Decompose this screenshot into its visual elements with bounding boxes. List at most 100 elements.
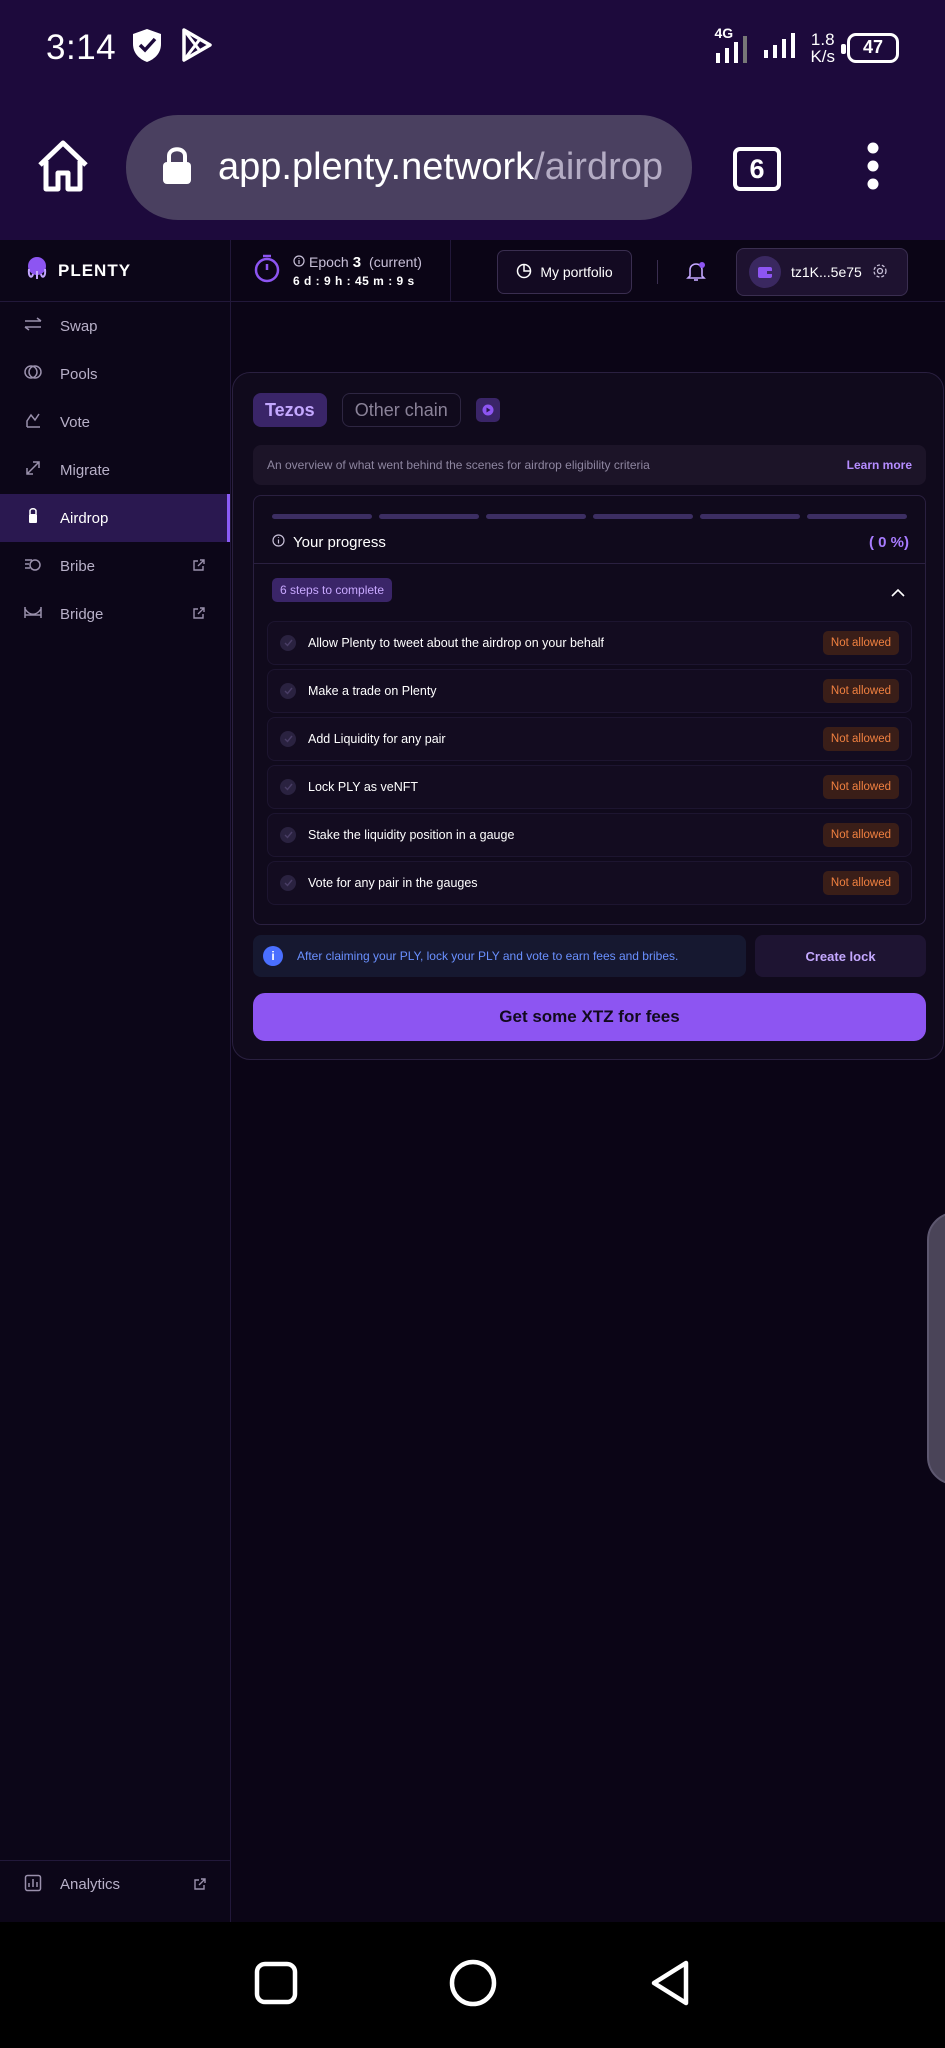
airdrop-icon bbox=[24, 507, 42, 529]
tab-other-chain[interactable]: Other chain bbox=[341, 393, 461, 427]
lock-icon bbox=[160, 145, 194, 190]
status-badge: Not allowed bbox=[822, 631, 899, 655]
list-item: Add Liquidity for any pair Not allowed bbox=[267, 717, 912, 761]
progress-header: Your progress ( 0 %) bbox=[272, 534, 909, 551]
more-menu-icon[interactable] bbox=[862, 141, 884, 196]
tab-switcher-button[interactable]: 6 bbox=[733, 147, 781, 191]
sidebar-item-migrate[interactable]: Migrate bbox=[0, 446, 230, 494]
bridge-icon bbox=[24, 604, 42, 624]
top-bar: Epoch 3 (current) 6 d : 9 h : 45 m : 9 s… bbox=[231, 239, 945, 302]
create-lock-button[interactable]: Create lock bbox=[755, 935, 926, 977]
progress-segment bbox=[379, 514, 479, 519]
check-icon bbox=[280, 827, 296, 843]
shield-icon bbox=[130, 27, 164, 68]
check-icon bbox=[280, 635, 296, 651]
status-badge: Not allowed bbox=[822, 679, 899, 703]
chain-tabs: Tezos Other chain bbox=[253, 393, 500, 427]
info-banner: i After claiming your PLY, lock your PLY… bbox=[253, 935, 746, 977]
swap-icon bbox=[24, 317, 42, 335]
epoch-info: Epoch 3 (current) 6 d : 9 h : 45 m : 9 s bbox=[231, 239, 451, 302]
list-item: Stake the liquidity position in a gauge … bbox=[267, 813, 912, 857]
logo[interactable]: PLENTY bbox=[0, 240, 230, 302]
status-badge: Not allowed bbox=[822, 727, 899, 751]
my-portfolio-button[interactable]: My portfolio bbox=[497, 250, 632, 294]
progress-segments bbox=[272, 514, 907, 519]
steps-list: Allow Plenty to tweet about the airdrop … bbox=[267, 621, 912, 909]
vote-icon bbox=[24, 411, 42, 433]
play-store-icon bbox=[178, 27, 214, 68]
external-link-icon bbox=[192, 606, 206, 624]
list-item: Vote for any pair in the gauges Not allo… bbox=[267, 861, 912, 905]
tab-tezos[interactable]: Tezos bbox=[253, 393, 327, 427]
back-icon[interactable] bbox=[648, 1959, 692, 2012]
status-badge: Not allowed bbox=[822, 871, 899, 895]
sidebar-item-pools[interactable]: Pools bbox=[0, 350, 230, 398]
sidebar-item-bridge[interactable]: Bridge bbox=[0, 590, 230, 638]
sidebar-item-bribe[interactable]: Bribe bbox=[0, 542, 230, 590]
cellular-4g-icon: 4G bbox=[714, 25, 750, 65]
progress-segment bbox=[700, 514, 800, 519]
video-play-icon[interactable] bbox=[475, 398, 500, 422]
check-icon bbox=[280, 875, 296, 891]
signal-icon bbox=[762, 30, 798, 65]
sidebar-item-vote[interactable]: Vote bbox=[0, 398, 230, 446]
analytics-icon bbox=[24, 1874, 42, 1896]
info-icon bbox=[293, 254, 305, 270]
migrate-icon bbox=[24, 459, 42, 481]
system-nav-bar bbox=[0, 1922, 945, 2048]
bribe-icon bbox=[24, 555, 42, 577]
home-icon[interactable] bbox=[34, 137, 92, 200]
progress-segment bbox=[807, 514, 907, 519]
clock: 3:14 bbox=[46, 27, 117, 67]
wallet-icon bbox=[749, 256, 781, 288]
recents-icon[interactable] bbox=[254, 1961, 298, 2010]
pools-icon bbox=[24, 363, 42, 385]
check-icon bbox=[280, 683, 296, 699]
airdrop-card: Tezos Other chain An overview of what we… bbox=[232, 372, 944, 1060]
list-item: Allow Plenty to tweet about the airdrop … bbox=[267, 621, 912, 665]
progress-segment bbox=[486, 514, 586, 519]
wallet-button[interactable]: tz1K...5e75 bbox=[736, 248, 908, 296]
timer-icon bbox=[253, 253, 281, 288]
status-badge: Not allowed bbox=[822, 775, 899, 799]
url-text: app.plenty.network/airdrop bbox=[218, 146, 663, 188]
steps-badge: 6 steps to complete bbox=[272, 578, 393, 602]
get-xtz-button[interactable]: Get some XTZ for fees bbox=[253, 993, 926, 1041]
notification-bell-icon[interactable] bbox=[685, 260, 707, 287]
external-link-icon bbox=[193, 1877, 207, 1895]
progress-segment bbox=[272, 514, 372, 519]
check-icon bbox=[280, 731, 296, 747]
status-bar: 3:14 4G 1.8 K/s 47 bbox=[0, 0, 945, 95]
progress-percent: ( 0 %) bbox=[868, 534, 909, 551]
external-link-icon bbox=[192, 558, 206, 576]
app-root: PLENTY Swap Pools Vote Migrate Airdrop B… bbox=[0, 239, 945, 1922]
address-bar[interactable]: app.plenty.network/airdrop bbox=[126, 115, 692, 220]
progress-segment bbox=[593, 514, 693, 519]
chevron-up-icon[interactable] bbox=[891, 584, 905, 602]
divider bbox=[657, 260, 658, 284]
battery-icon: 47 bbox=[841, 32, 899, 63]
epoch-countdown: 6 d : 9 h : 45 m : 9 s bbox=[293, 273, 415, 288]
progress-title: Your progress bbox=[293, 534, 386, 551]
info-icon bbox=[272, 534, 285, 551]
sidebar: PLENTY Swap Pools Vote Migrate Airdrop B… bbox=[0, 240, 231, 1922]
wallet-address: tz1K...5e75 bbox=[791, 264, 862, 280]
progress-panel: Your progress ( 0 %) 6 steps to complete… bbox=[253, 495, 926, 925]
overview-banner: An overview of what went behind the scen… bbox=[253, 445, 926, 485]
edge-panel-handle[interactable] bbox=[927, 1212, 945, 1485]
plenty-logo-icon bbox=[24, 255, 50, 286]
sidebar-item-analytics[interactable]: Analytics bbox=[0, 1860, 231, 1908]
sidebar-item-swap[interactable]: Swap bbox=[0, 302, 230, 350]
divider bbox=[254, 563, 925, 564]
settings-gear-icon[interactable] bbox=[872, 263, 888, 282]
list-item: Make a trade on Plenty Not allowed bbox=[267, 669, 912, 713]
sidebar-item-airdrop[interactable]: Airdrop bbox=[0, 494, 230, 542]
status-badge: Not allowed bbox=[822, 823, 899, 847]
info-icon: i bbox=[263, 946, 283, 966]
browser-toolbar: app.plenty.network/airdrop 6 bbox=[0, 95, 945, 240]
home-circle-icon[interactable] bbox=[448, 1958, 498, 2013]
list-item: Lock PLY as veNFT Not allowed bbox=[267, 765, 912, 809]
check-icon bbox=[280, 779, 296, 795]
learn-more-link[interactable]: Learn more bbox=[847, 458, 912, 472]
pie-chart-icon bbox=[516, 263, 532, 282]
